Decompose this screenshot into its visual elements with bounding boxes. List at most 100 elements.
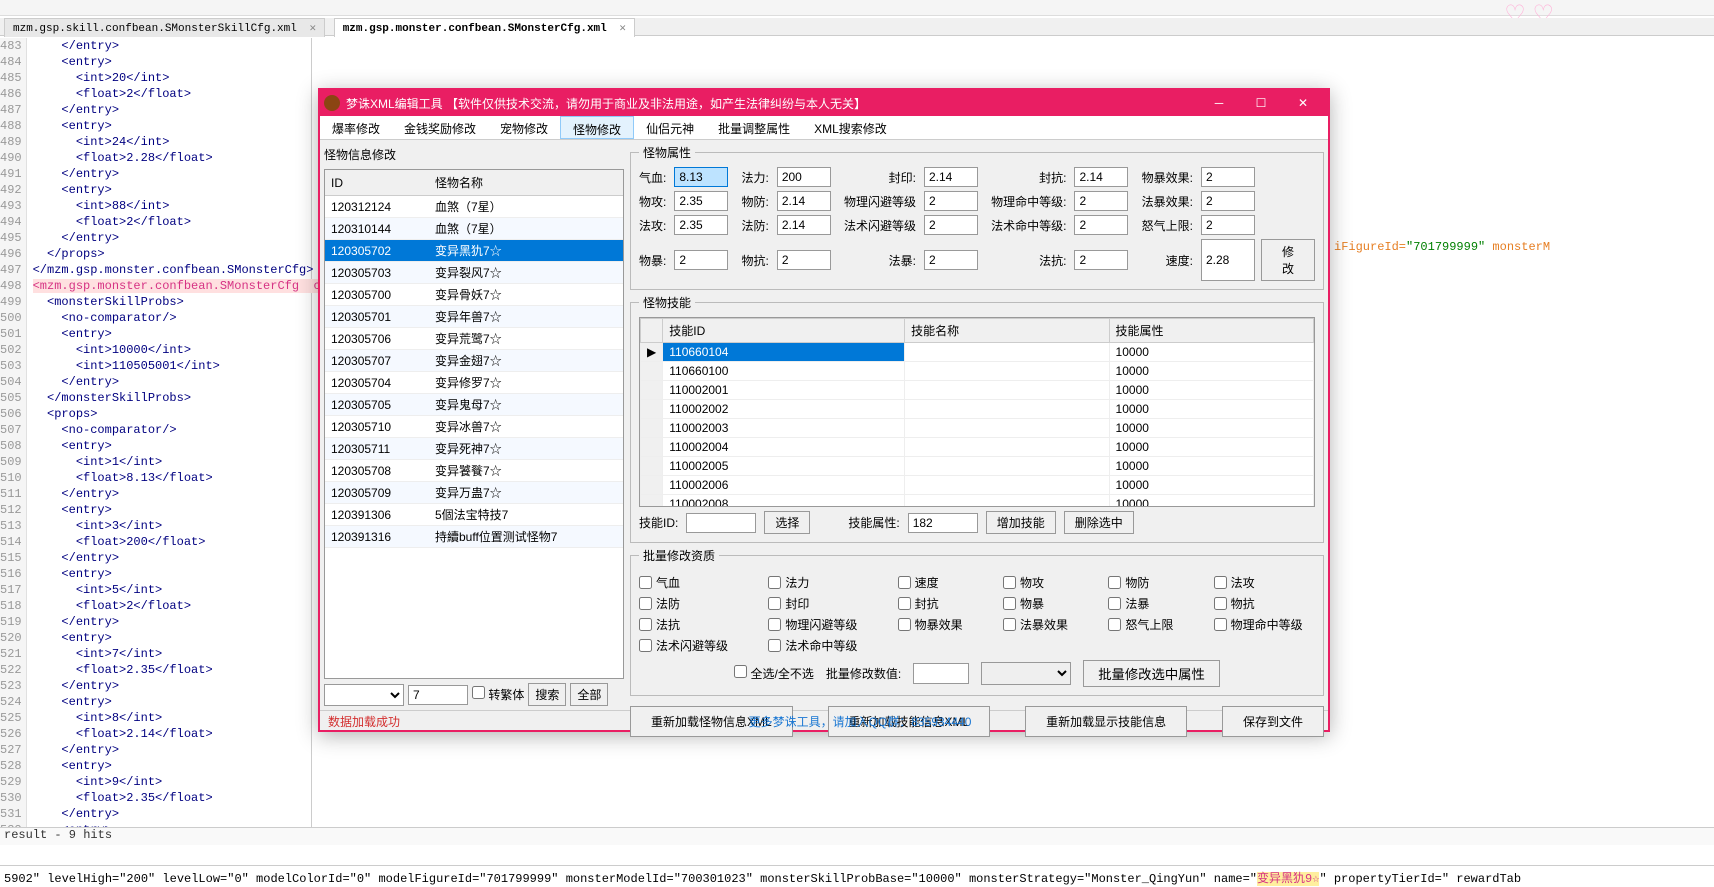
close-icon[interactable]: ✕ — [619, 23, 626, 35]
input-sudu[interactable] — [1201, 239, 1255, 281]
filter-input[interactable] — [408, 685, 468, 705]
input-wuli-mingzhong[interactable] — [1074, 191, 1128, 211]
table-row[interactable]: 120310144血煞（7星） — [325, 218, 623, 240]
menu-item[interactable]: XML搜索修改 — [802, 116, 899, 139]
table-row[interactable]: 120305711变异死神7☆ — [325, 438, 623, 460]
close-button[interactable]: ✕ — [1282, 90, 1324, 116]
input-qixue[interactable] — [674, 167, 728, 187]
table-row[interactable]: 120391316持續buff位置测试怪物7 — [325, 526, 623, 548]
batch-check[interactable]: 法防 — [639, 595, 740, 612]
table-row[interactable]: 120305702变异黑犰7☆ — [325, 240, 623, 262]
input-wubao-eff[interactable] — [1201, 167, 1255, 187]
menu-item[interactable]: 爆率修改 — [320, 116, 392, 139]
code-lines[interactable]: </entry> <entry> <int>20</int> <float>2<… — [27, 38, 328, 845]
maximize-button[interactable]: ☐ — [1240, 90, 1282, 116]
skill-add-button[interactable]: 增加技能 — [986, 511, 1056, 534]
convert-checkbox[interactable]: 转繁体 — [472, 686, 524, 703]
table-row[interactable]: 11000200810000 — [641, 495, 1314, 508]
input-wufang[interactable] — [777, 191, 831, 211]
skill-col-id[interactable]: 技能ID — [663, 319, 905, 343]
batch-check[interactable]: 封抗 — [898, 595, 975, 612]
input-wubao[interactable] — [674, 250, 728, 270]
table-row[interactable]: 120305708变异饕餮7☆ — [325, 460, 623, 482]
input-fakang[interactable] — [1074, 250, 1128, 270]
table-row[interactable]: 11000200110000 — [641, 381, 1314, 400]
menu-item[interactable]: 金钱奖励修改 — [392, 116, 488, 139]
input-fengkang[interactable] — [1074, 167, 1128, 187]
table-row[interactable]: 120305709变异万蛊7☆ — [325, 482, 623, 504]
menu-item[interactable]: 怪物修改 — [560, 116, 634, 139]
search-button[interactable]: 搜索 — [528, 683, 566, 706]
batch-operator-select[interactable] — [981, 662, 1071, 685]
table-row[interactable]: 120305707变异金翅7☆ — [325, 350, 623, 372]
table-row[interactable]: 120312124血煞（7星） — [325, 196, 623, 218]
skill-attr-input[interactable] — [908, 513, 978, 533]
filter-select[interactable] — [324, 684, 404, 706]
input-nuqi[interactable] — [1201, 215, 1255, 235]
batch-check[interactable]: 物防 — [1108, 574, 1185, 591]
batch-check[interactable]: 法术闪避等级 — [639, 637, 740, 654]
skill-id-input[interactable] — [686, 513, 756, 533]
input-wugong[interactable] — [674, 191, 728, 211]
batch-check[interactable]: 物攻 — [1003, 574, 1080, 591]
col-name[interactable]: 怪物名称 — [429, 170, 623, 196]
skill-table[interactable]: 技能ID 技能名称 技能属性 ▶110660104100001106601001… — [639, 317, 1315, 507]
skill-col-attr[interactable]: 技能属性 — [1109, 319, 1313, 343]
code-editor[interactable]: 483 484 485 486 487 488 489 490 491 492 … — [0, 38, 312, 845]
skill-col-name[interactable]: 技能名称 — [905, 319, 1109, 343]
monster-table[interactable]: ID 怪物名称 120312124血煞（7星）120310144血煞（7星）12… — [324, 169, 624, 679]
col-id[interactable]: ID — [325, 170, 429, 196]
table-row[interactable]: 120305701变异年兽7☆ — [325, 306, 623, 328]
table-row[interactable]: 120305705变异鬼母7☆ — [325, 394, 623, 416]
select-all-checkbox[interactable]: 全选/全不选 — [734, 665, 814, 682]
save-button[interactable]: 保存到文件 — [1222, 706, 1324, 737]
batch-check[interactable]: 气血 — [639, 574, 740, 591]
batch-check[interactable]: 物理命中等级 — [1214, 616, 1315, 633]
menu-item[interactable]: 批量调整属性 — [706, 116, 802, 139]
table-row[interactable]: 120305704变异修罗7☆ — [325, 372, 623, 394]
menu-item[interactable]: 仙侣元神 — [634, 116, 706, 139]
skill-delete-button[interactable]: 删除选中 — [1064, 511, 1134, 534]
modify-button[interactable]: 修改 — [1261, 239, 1315, 281]
table-row[interactable]: 120305703变异裂风7☆ — [325, 262, 623, 284]
batch-check[interactable]: 物抗 — [1214, 595, 1315, 612]
batch-check[interactable]: 法力 — [768, 574, 869, 591]
input-fali[interactable] — [777, 167, 831, 187]
table-row[interactable]: 120305706变异荒鹭7☆ — [325, 328, 623, 350]
input-fabao-eff[interactable] — [1201, 191, 1255, 211]
table-row[interactable]: 120305710变异冰兽7☆ — [325, 416, 623, 438]
close-icon[interactable]: ✕ — [309, 23, 316, 35]
table-row[interactable]: 11000200610000 — [641, 476, 1314, 495]
batch-check[interactable]: 物暴 — [1003, 595, 1080, 612]
table-row[interactable]: 11000200210000 — [641, 400, 1314, 419]
all-button[interactable]: 全部 — [570, 683, 608, 706]
batch-check[interactable]: 法术命中等级 — [768, 637, 869, 654]
batch-apply-button[interactable]: 批量修改选中属性 — [1083, 660, 1220, 687]
table-row[interactable]: 11000200310000 — [641, 419, 1314, 438]
input-fagong[interactable] — [674, 215, 728, 235]
batch-check[interactable]: 物暴效果 — [898, 616, 975, 633]
input-fafang[interactable] — [777, 215, 831, 235]
batch-check[interactable]: 法暴效果 — [1003, 616, 1080, 633]
input-fengyin[interactable] — [924, 167, 978, 187]
input-fashu-mingzhong[interactable] — [1074, 215, 1128, 235]
batch-check[interactable]: 法攻 — [1214, 574, 1315, 591]
dialog-titlebar[interactable]: 梦诛XML编辑工具 【软件仅供技术交流，请勿用于商业及非法用途，如产生法律纠纷与… — [320, 90, 1328, 116]
file-tab-skillcfg[interactable]: mzm.gsp.skill.confbean.SMonsterSkillCfg.… — [4, 18, 325, 37]
input-fashu-shanbi[interactable] — [924, 215, 978, 235]
input-fabao[interactable] — [924, 250, 978, 270]
batch-check[interactable]: 物理闪避等级 — [768, 616, 869, 633]
reload-display-button[interactable]: 重新加载显示技能信息 — [1025, 706, 1187, 737]
minimize-button[interactable]: ─ — [1198, 90, 1240, 116]
menu-item[interactable]: 宠物修改 — [488, 116, 560, 139]
skill-select-button[interactable]: 选择 — [764, 511, 810, 534]
table-row[interactable]: ▶11066010410000 — [641, 343, 1314, 362]
batch-check[interactable]: 法暴 — [1108, 595, 1185, 612]
batch-check[interactable]: 怒气上限 — [1108, 616, 1185, 633]
input-wukang[interactable] — [777, 250, 831, 270]
batch-value-input[interactable] — [913, 663, 969, 684]
table-row[interactable]: 120305700变异骨妖7☆ — [325, 284, 623, 306]
batch-check[interactable]: 法抗 — [639, 616, 740, 633]
table-row[interactable]: 11066010010000 — [641, 362, 1314, 381]
qq-group-link[interactable]: 更多梦诛工具，请加入QQ群：835934440 — [749, 713, 972, 728]
